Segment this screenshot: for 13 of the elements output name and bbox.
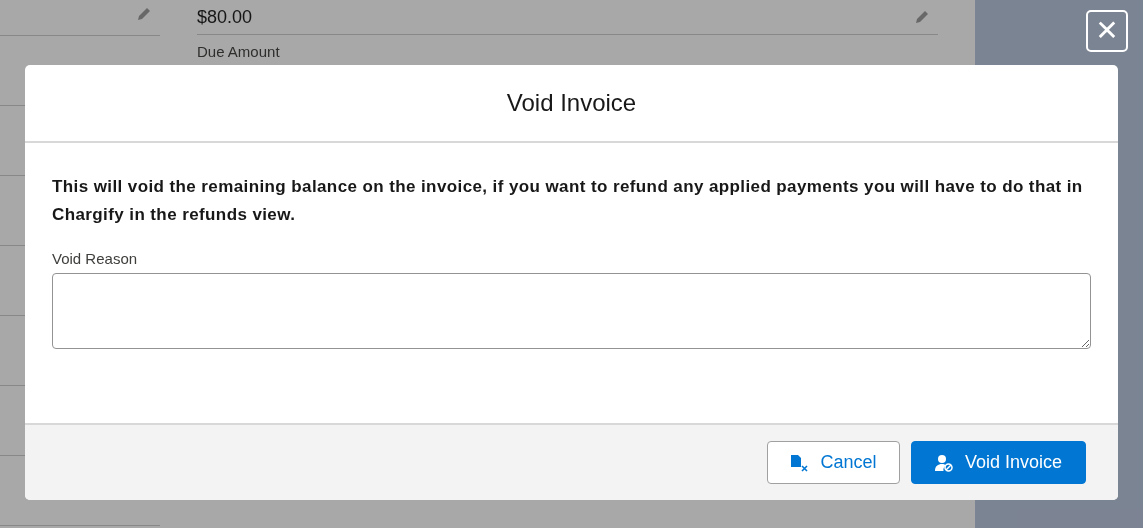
user-block-icon: [934, 453, 953, 472]
warning-message: This will void the remaining balance on the invoice, if you want to refund any applied payments you will have to do that in Chargify in the refunds view.: [52, 176, 1084, 226]
close-button[interactable]: ✕: [1086, 10, 1128, 52]
pencil-icon: [136, 6, 152, 22]
pencil-icon: [914, 9, 930, 25]
void-reason-field[interactable]: [52, 273, 1091, 349]
field-label: Due Amount: [197, 43, 281, 60]
document-x-icon: [790, 453, 809, 472]
modal-title: Void Invoice: [506, 89, 637, 117]
field-value: $80.00: [197, 6, 253, 28]
void-invoice-button[interactable]: Void Invoice: [911, 441, 1086, 484]
field-label: Void Reason: [52, 250, 138, 267]
cancel-button[interactable]: Cancel: [767, 441, 900, 484]
